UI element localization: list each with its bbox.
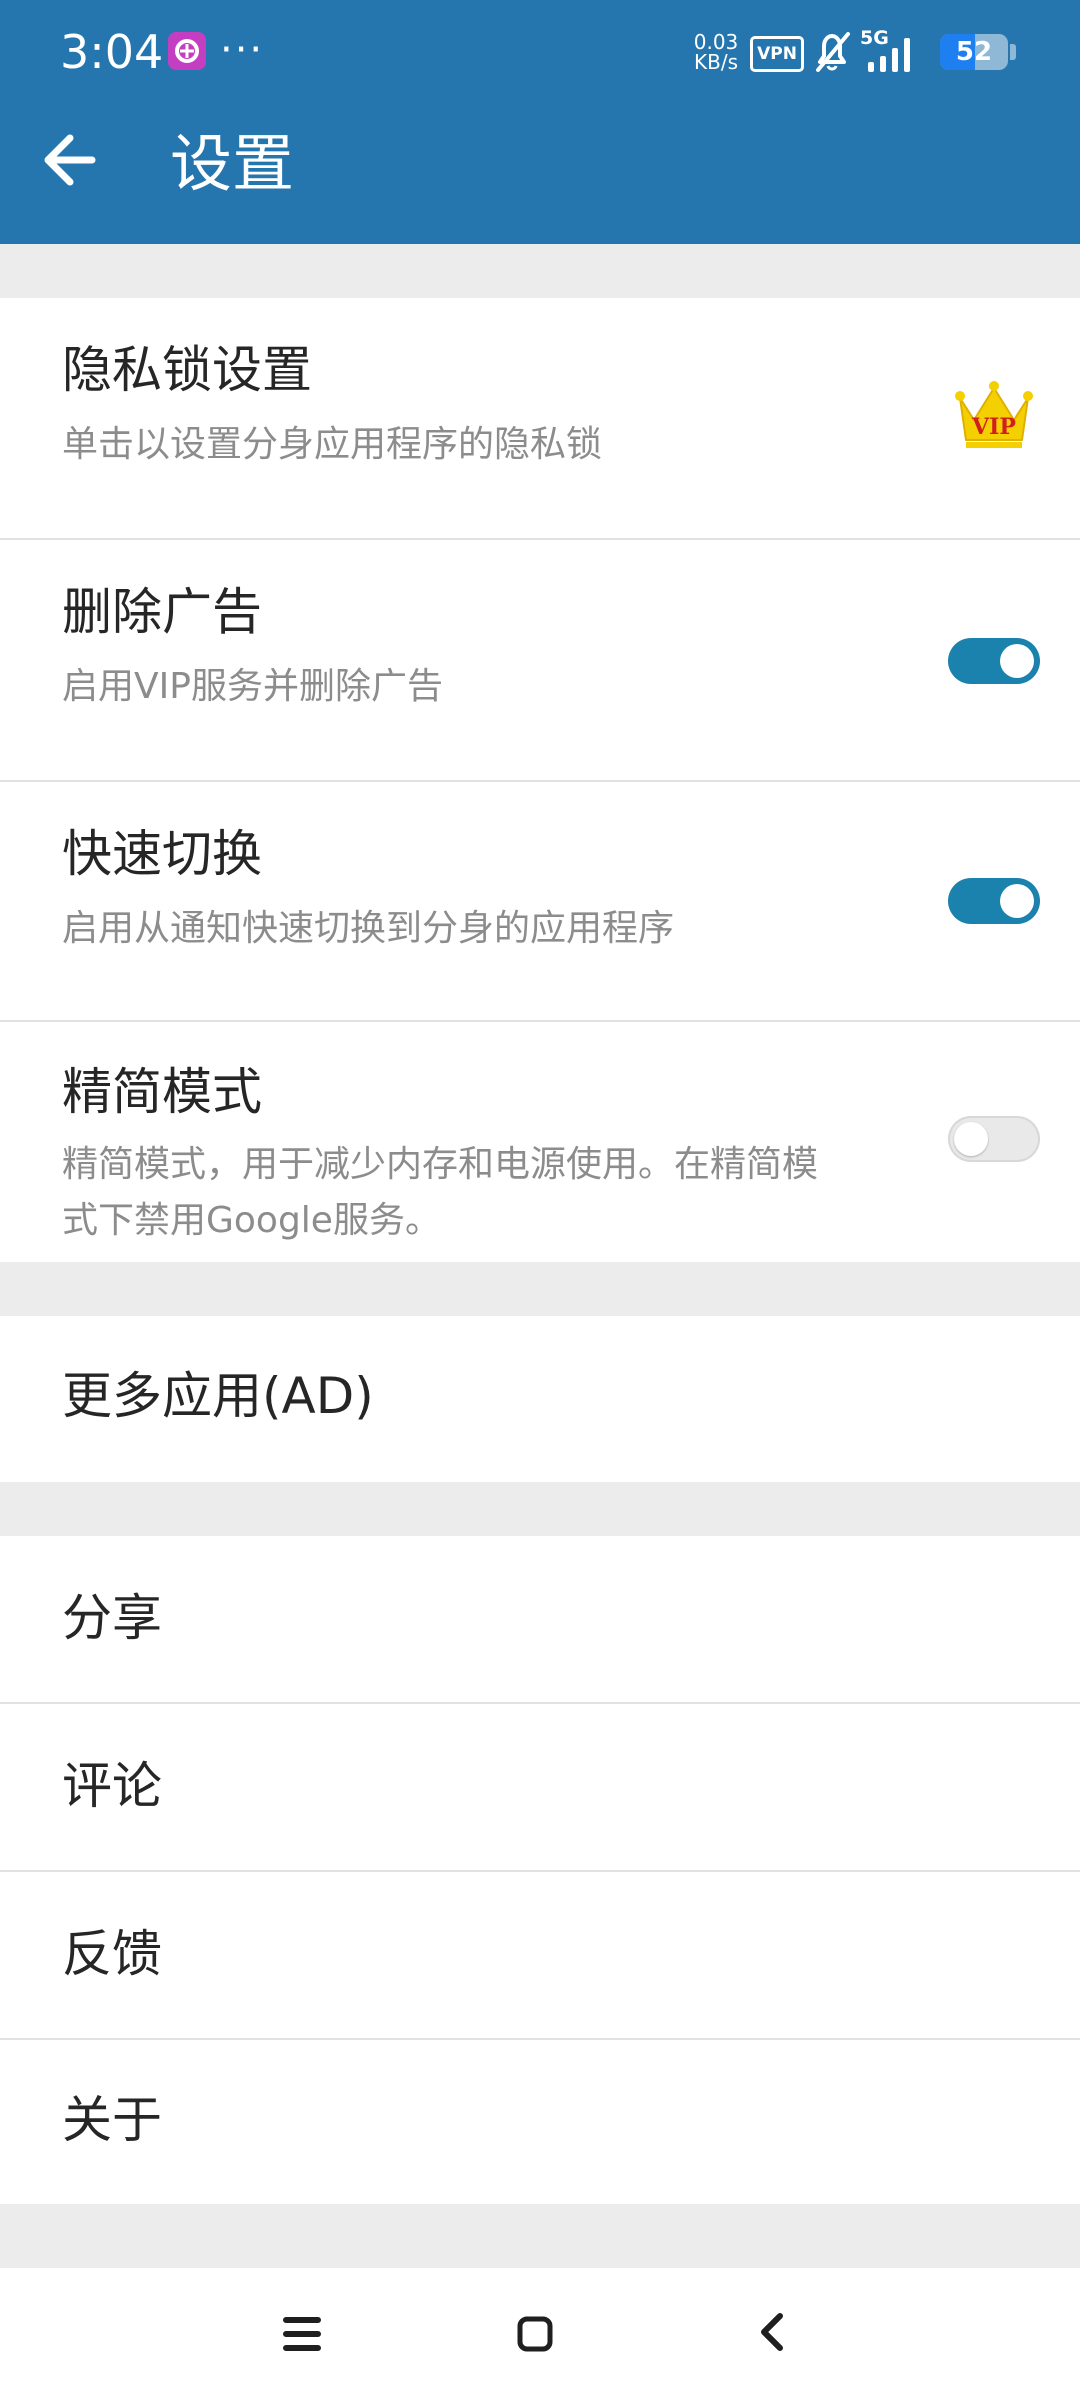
settings-section: 隐私锁设置 单击以设置分身应用程序的隐私锁 VIP 删除广告 启用VIP服务并删… xyxy=(0,298,1080,1262)
vip-badge: VIP xyxy=(971,414,1016,440)
feedback-row[interactable]: 反馈 xyxy=(0,1872,1080,2040)
status-bar: 3:04 ··· 0.03 KB/s VPN 5G 52 xyxy=(0,0,1080,104)
lite-mode-subtitle-line2: 式下禁用Google服务。 xyxy=(62,1200,441,1241)
mute-bell-icon xyxy=(816,32,850,72)
quick-switch-subtitle: 启用从通知快速切换到分身的应用程序 xyxy=(62,908,675,949)
remove-ads-subtitle: 启用VIP服务并删除广告 xyxy=(62,666,443,707)
share-row[interactable]: 分享 xyxy=(0,1536,1080,1704)
more-apps-row[interactable]: 更多应用(AD) xyxy=(0,1316,1080,1482)
status-time: 3:04 xyxy=(60,25,164,79)
share-label: 分享 xyxy=(62,1589,162,1647)
lite-mode-title: 精简模式 xyxy=(62,1063,262,1121)
quick-switch-toggle[interactable] xyxy=(948,878,1040,924)
home-icon[interactable] xyxy=(515,2312,555,2356)
lite-mode-subtitle-line1: 精简模式，用于减少内存和电源使用。在精简模 xyxy=(62,1144,819,1185)
quick-switch-title: 快速切换 xyxy=(62,825,262,883)
lite-mode-toggle[interactable] xyxy=(948,1116,1040,1162)
review-label: 评论 xyxy=(62,1757,162,1815)
review-row[interactable]: 评论 xyxy=(0,1704,1080,1872)
system-navigation-bar xyxy=(0,2268,1080,2400)
remove-ads-row[interactable]: 删除广告 启用VIP服务并删除广告 xyxy=(0,540,1080,782)
about-menu-section: 分享 评论 反馈 关于 xyxy=(0,1536,1080,2204)
battery-icon: 52 xyxy=(940,34,1008,70)
vip-crown-icon: VIP xyxy=(955,381,1033,448)
more-apps-label: 更多应用(AD) xyxy=(62,1367,374,1425)
network-speed-unit: KB/s xyxy=(694,50,738,74)
vpn-badge: VPN xyxy=(750,36,804,72)
network-speed: 0.03 KB/s xyxy=(690,32,742,72)
more-apps-section: 更多应用(AD) xyxy=(0,1316,1080,1482)
signal-strength: 5G xyxy=(860,28,932,76)
battery-tip xyxy=(1010,44,1016,60)
battery-percentage: 52 xyxy=(955,37,993,67)
privacy-lock-subtitle: 单击以设置分身应用程序的隐私锁 xyxy=(62,424,603,465)
network-type: 5G xyxy=(860,27,889,49)
back-icon[interactable] xyxy=(752,2308,792,2356)
lite-mode-row[interactable]: 精简模式 精简模式，用于减少内存和电源使用。在精简模 式下禁用Google服务。 xyxy=(0,1022,1080,1262)
quick-switch-row[interactable]: 快速切换 启用从通知快速切换到分身的应用程序 xyxy=(0,782,1080,1022)
remove-ads-toggle[interactable] xyxy=(948,638,1040,684)
menu-icon[interactable] xyxy=(282,2312,322,2356)
feedback-label: 反馈 xyxy=(62,1925,162,1983)
about-row[interactable]: 关于 xyxy=(0,2040,1080,2204)
toggle-knob xyxy=(954,1122,988,1156)
about-label: 关于 xyxy=(62,2091,162,2149)
remove-ads-title: 删除广告 xyxy=(62,583,262,641)
privacy-lock-title: 隐私锁设置 xyxy=(62,341,312,399)
page-title: 设置 xyxy=(170,127,295,200)
arrow-left-icon xyxy=(44,134,96,186)
back-button[interactable] xyxy=(30,120,110,200)
privacy-lock-row[interactable]: 隐私锁设置 单击以设置分身应用程序的隐私锁 VIP xyxy=(0,298,1080,540)
toggle-knob xyxy=(1000,884,1034,918)
app-notification-icon xyxy=(168,32,206,70)
network-speed-value: 0.03 xyxy=(693,30,739,54)
more-notifications-icon: ··· xyxy=(220,27,265,73)
app-header: 3:04 ··· 0.03 KB/s VPN 5G 52 设置 xyxy=(0,0,1080,244)
toggle-knob xyxy=(1000,644,1034,678)
